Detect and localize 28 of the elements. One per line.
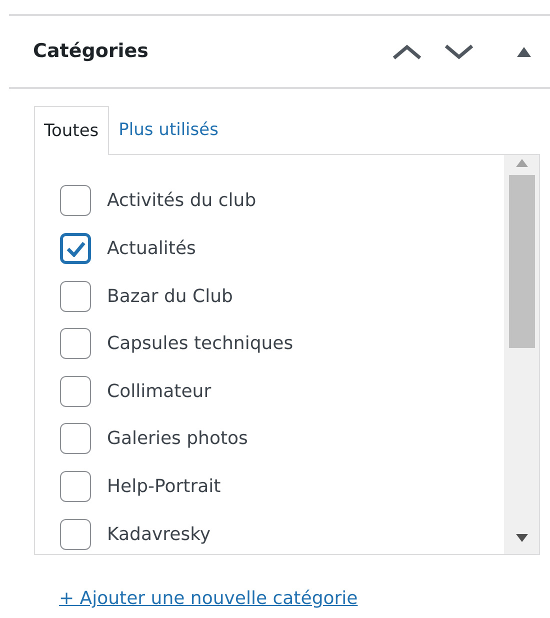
checkbox[interactable] [60,233,91,264]
category-label[interactable]: Bazar du Club [107,282,233,310]
scrollbar-thumb[interactable] [508,175,534,348]
tab[interactable]: Toutes [34,106,109,156]
chevron-up-icon[interactable] [392,44,422,60]
tab[interactable]: Plus utilisés [108,106,228,154]
category-label[interactable]: Actualités [107,235,196,262]
category-label[interactable]: Galeries photos [107,425,248,452]
checkbox[interactable] [60,280,91,312]
checkbox[interactable] [60,328,91,360]
category-label[interactable]: Capsules techniques [107,330,294,358]
checkbox[interactable] [60,185,91,216]
scrollbar[interactable] [504,155,539,554]
collapse-icon[interactable] [516,46,532,58]
checkbox[interactable] [60,518,91,550]
checkbox[interactable] [60,376,91,407]
category-label[interactable]: Help-Portrait [107,473,221,500]
scroll-up-icon[interactable] [516,159,528,168]
category-label[interactable]: Collimateur [107,378,212,405]
category-label[interactable]: Kadavresky [107,520,211,548]
checkmark-icon [66,240,86,257]
category-label[interactable]: Activités du club [107,187,256,214]
checkbox[interactable] [60,471,91,502]
add-category-link[interactable]: + Ajouter une nouvelle catégorie [59,585,358,612]
scroll-down-icon[interactable] [516,534,528,542]
checkbox[interactable] [60,423,91,454]
panel-title: Catégories [33,40,148,63]
chevron-down-icon[interactable] [444,44,474,60]
